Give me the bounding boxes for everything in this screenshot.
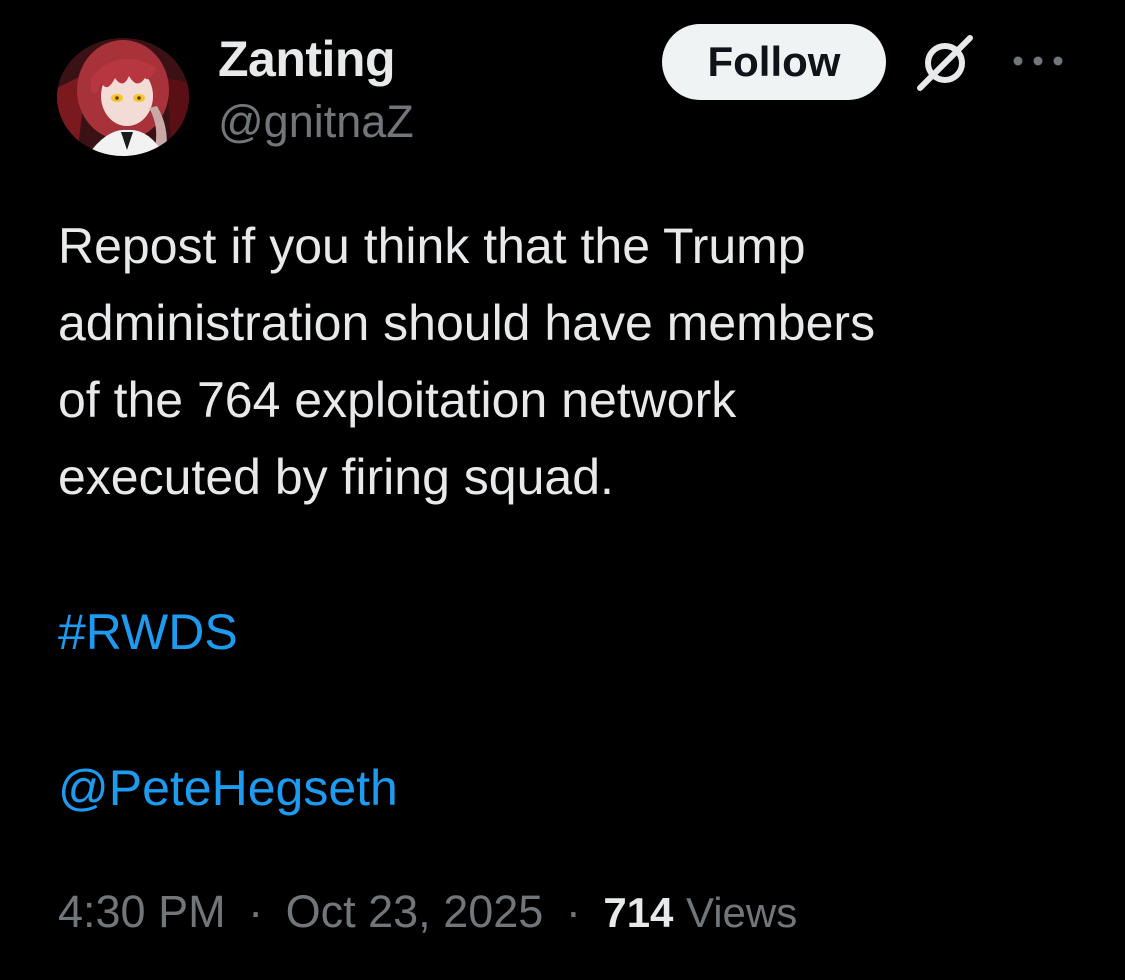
tweet-text-line: administration should have members — [58, 295, 876, 351]
hashtag-link[interactable]: #RWDS — [58, 594, 238, 671]
tweet-meta: 4:30 PM · Oct 23, 2025 · 714 Views — [58, 880, 797, 945]
tweet-text-line: Repost if you think that the Trump — [58, 218, 806, 274]
views-count[interactable]: 714 — [603, 889, 673, 936]
tweet-text-line: of the 764 exploitation network — [58, 372, 737, 428]
follow-button[interactable]: Follow — [662, 24, 886, 100]
mention-link[interactable]: @PeteHegseth — [58, 750, 398, 827]
views-label: Views — [685, 889, 798, 936]
author-handle[interactable]: @gnitnaZ — [218, 96, 414, 148]
grok-icon[interactable] — [912, 30, 978, 96]
tweet-text: Repost if you think that the Trump admin… — [58, 208, 1098, 516]
avatar[interactable] — [57, 38, 189, 156]
tweet-date[interactable]: Oct 23, 2025 — [286, 886, 544, 937]
anime-avatar-image — [57, 38, 189, 156]
tweet-time[interactable]: 4:30 PM — [58, 886, 226, 937]
author-display-name[interactable]: Zanting — [218, 30, 396, 88]
tweet-text-line: executed by firing squad. — [58, 449, 614, 505]
more-icon[interactable] — [1010, 48, 1066, 74]
meta-separator: · — [565, 886, 581, 937]
meta-separator: · — [248, 886, 264, 937]
